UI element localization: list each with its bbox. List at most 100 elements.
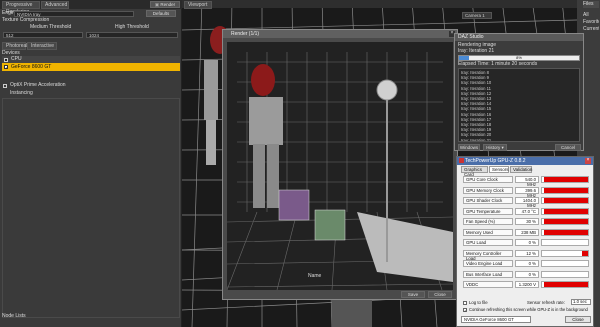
render-window-title: Render (1/1) — [223, 30, 457, 38]
cancel-button[interactable]: Cancel — [555, 144, 581, 151]
progress-dialog-title: DAZ Studio — [455, 34, 583, 41]
medium-threshold-label: Medium Threshold — [30, 24, 72, 30]
gpuz-app-icon — [459, 158, 464, 163]
sensor-value: 47.0 °C — [515, 207, 539, 215]
sensor-value: 30 % — [515, 218, 539, 225]
sensor-graph — [541, 281, 589, 288]
continue-refresh-checkbox[interactable]: ✓ — [463, 308, 467, 313]
gpuz-title-text: TechPowerUp GPU-Z 0.8.2 — [465, 158, 526, 164]
cube-bottom — [332, 298, 372, 327]
settings-tabbar: Progressive Rendering Advanced ▣ Render — [0, 0, 182, 15]
sensor-label[interactable]: VDDC — [463, 281, 513, 288]
continue-refresh-label: Continue refreshing this screen while GP… — [469, 307, 588, 312]
optix-checkbox[interactable] — [3, 84, 7, 88]
sensor-graph-fill — [544, 208, 588, 214]
tab-progressive[interactable]: Progressive Rendering — [2, 1, 40, 15]
sensor-graph — [541, 239, 589, 246]
progress-iteration: Iray: Iteration 21 — [458, 48, 495, 54]
medium-threshold-field[interactable]: 512 — [3, 32, 83, 38]
render-button-label: Render — [160, 2, 176, 7]
optix-row[interactable]: OptiX Prime Acceleration — [2, 82, 180, 89]
refresh-rate-select[interactable]: 1.0 sec — [571, 299, 591, 305]
camera-select[interactable]: Camera 1 — [462, 12, 492, 19]
render-scene — [227, 42, 453, 290]
gpu-checkbox[interactable]: ✓ — [4, 65, 8, 70]
subtab-interactive[interactable]: Interactive — [27, 42, 57, 50]
render-save-button[interactable]: Save — [401, 291, 425, 298]
render-button[interactable]: ▣ Render — [150, 1, 180, 8]
sensor-graph-fill — [544, 219, 588, 224]
history-button[interactable]: History ▾ — [483, 144, 507, 151]
refresh-rate-label: Sensor refresh rate: — [527, 300, 565, 305]
sensor-graph — [541, 176, 589, 183]
sensor-label[interactable]: Memory Controller Load — [463, 249, 513, 261]
subtab-photoreal[interactable]: Photoreal — [2, 42, 27, 50]
progress-dialog[interactable]: DAZ Studio Rendering image Iray: Iterati… — [454, 33, 584, 151]
sensor-label[interactable]: Bus Interface Load — [463, 270, 513, 278]
gpu-device-label: GeForce 8600 GT — [11, 64, 52, 70]
instancing-row: Instancing — [2, 90, 180, 97]
log-to-file-checkbox[interactable] — [463, 301, 467, 305]
tab-advanced[interactable]: Advanced — [41, 1, 69, 9]
tab-viewport[interactable]: Viewport — [184, 1, 212, 9]
sensor-label[interactable]: GPU Memory Clock — [463, 186, 513, 194]
high-threshold-field[interactable]: 1024 — [86, 32, 178, 38]
log-line: Iray: Iteration 21 — [461, 137, 492, 142]
instancing-label: Instancing — [10, 90, 33, 96]
history-chevron-icon: ▾ — [500, 145, 504, 150]
sensor-value: 0 % — [515, 239, 539, 246]
figure-sweater — [249, 97, 283, 145]
files-header: Files — [583, 1, 599, 8]
gpuz-tab-sensors[interactable]: Sensors — [489, 166, 509, 173]
card-select[interactable]: NVIDIA GeForce 8600 GT — [461, 316, 531, 323]
sensor-label[interactable]: GPU Core Clock — [463, 176, 513, 183]
optix-label: OptiX Prime Acceleration — [10, 82, 66, 88]
history-button-label: History — [486, 145, 501, 150]
sensor-graph-fill — [544, 177, 588, 182]
library-item-all[interactable]: All — [583, 12, 599, 19]
library-item-favorites[interactable]: Favorites — [583, 19, 599, 26]
texture-compression-label: Texture Compression — [2, 17, 50, 23]
sensor-value: 0 % — [515, 260, 539, 267]
sensor-graph — [541, 218, 589, 225]
cpu-checkbox[interactable] — [4, 58, 8, 62]
gpuz-title-bar: TechPowerUp GPU-Z 0.8.2 — [457, 157, 593, 165]
gpuz-close-icon[interactable]: × — [585, 158, 591, 164]
progress-log[interactable]: Iray: Iteration 8 Iray: Iteration 9 Iray: … — [458, 68, 580, 142]
sensor-graph-fill — [544, 198, 588, 203]
render-close-button[interactable]: Close — [428, 291, 452, 298]
library-item-current[interactable]: Currently Used — [583, 26, 599, 33]
progress-percent: 8% — [516, 55, 522, 60]
windows-button[interactable]: Windows — [458, 144, 480, 151]
render-window[interactable]: Render (1/1) × Name Save Close — [222, 29, 458, 300]
sensor-label[interactable]: GPU Temperature — [463, 207, 513, 215]
sensor-graph-fill — [544, 229, 588, 235]
gpuz-tab-validation[interactable]: Validation — [510, 166, 532, 173]
figure-hair — [251, 64, 275, 96]
defaults-button[interactable]: Defaults — [146, 10, 176, 17]
sensor-label[interactable]: Video Engine Load — [463, 260, 513, 267]
sensor-value: 399.6 MHz — [515, 186, 539, 198]
settings-scroll-area[interactable] — [2, 98, 180, 318]
gpuz-tab-graphics-card[interactable]: Graphics Card — [461, 166, 488, 177]
log-to-file-label: Log to file — [469, 300, 488, 305]
render-title-text: Render (1/1) — [231, 31, 260, 37]
sensor-label[interactable]: Fan Speed (%) — [463, 218, 513, 225]
sensor-graph-fill — [544, 282, 588, 287]
figure-leg-left — [253, 144, 265, 208]
gpuz-close-button[interactable]: Close — [565, 316, 591, 323]
sensor-value: 0 % — [515, 270, 539, 278]
gpu-device-row[interactable]: GeForce 8600 GT — [2, 63, 180, 71]
high-threshold-label: High Threshold — [115, 24, 149, 30]
sensor-graph — [541, 197, 589, 204]
lamp-head — [376, 79, 398, 101]
sensor-graph — [541, 207, 589, 215]
gpuz-window[interactable]: TechPowerUp GPU-Z 0.8.2 × Graphics Card … — [456, 156, 594, 327]
sensor-label[interactable]: GPU Shader Clock — [463, 197, 513, 204]
sensor-label[interactable]: Memory Used — [463, 228, 513, 236]
sensor-value: 540.0 MHz — [515, 176, 539, 187]
cpu-device-row[interactable]: CPU — [2, 56, 180, 63]
sensor-value: 12 % — [515, 249, 539, 257]
sensor-label[interactable]: GPU Load — [463, 239, 513, 246]
sensor-value: 1404.0 MHz — [515, 197, 539, 208]
